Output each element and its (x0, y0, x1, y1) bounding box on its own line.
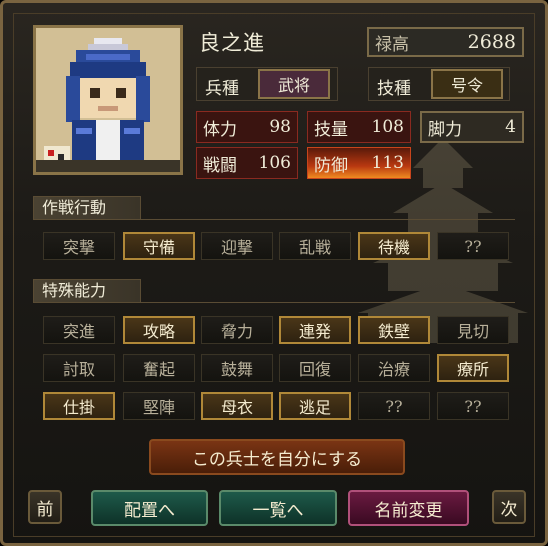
ability-button[interactable]: 逃足 (279, 392, 351, 420)
stat-defense: 防御 113 (307, 147, 411, 179)
tactic-button[interactable]: ?? (437, 232, 509, 260)
ability-button[interactable]: 討取 (43, 354, 115, 382)
skill-type-label: 技種 (377, 79, 411, 99)
ability-button[interactable]: ?? (437, 392, 509, 420)
ability-button[interactable]: 母衣 (201, 392, 273, 420)
ability-button[interactable]: 治療 (358, 354, 430, 382)
status-window: 良之進 禄高 2688 兵種 武将 技種 号令 体力 98 技量 108 脚力 … (0, 0, 548, 546)
tactic-button[interactable]: 突撃 (43, 232, 115, 260)
warrior-portrait-icon (36, 28, 180, 172)
rename-button[interactable]: 名前変更 (348, 490, 469, 526)
ability-button[interactable]: 鼓舞 (201, 354, 273, 382)
ability-button[interactable]: 攻略 (123, 316, 195, 344)
stat-skill-label: 技量 (314, 119, 348, 140)
stat-defense-value: 113 (371, 153, 404, 173)
salary-label: 禄高 (375, 34, 409, 55)
next-button[interactable]: 次 (492, 490, 526, 524)
tactics-divider (33, 219, 515, 220)
stat-hp-label: 体力 (203, 119, 237, 140)
stat-hp: 体力 98 (196, 111, 298, 143)
to-list-button[interactable]: 一覧へ (219, 490, 337, 526)
ability-button[interactable]: 突進 (43, 316, 115, 344)
make-mine-button[interactable]: この兵士を自分にする (149, 439, 405, 475)
ability-button[interactable]: 鉄壁 (358, 316, 430, 344)
abilities-section-title: 特殊能力 (33, 279, 141, 303)
stat-hp-value: 98 (269, 117, 291, 137)
ability-button[interactable]: 堅陣 (123, 392, 195, 420)
tactic-button[interactable]: 守備 (123, 232, 195, 260)
stat-legs-label: 脚力 (428, 119, 462, 140)
prev-button[interactable]: 前 (28, 490, 62, 524)
salary-value: 2688 (467, 31, 516, 53)
skill-type-value: 号令 (431, 69, 503, 99)
tactic-button[interactable]: 待機 (358, 232, 430, 260)
tactic-button[interactable]: 乱戦 (279, 232, 351, 260)
character-name: 良之進 (199, 31, 265, 55)
stat-combat: 戦闘 106 (196, 147, 298, 179)
stat-legs: 脚力 4 (420, 111, 524, 143)
ability-button[interactable]: 仕掛 (43, 392, 115, 420)
ability-button[interactable]: 回復 (279, 354, 351, 382)
ability-button[interactable]: 見切 (437, 316, 509, 344)
stat-skill-value: 108 (371, 117, 404, 137)
troop-type-value: 武将 (258, 69, 330, 99)
ability-button[interactable]: 奮起 (123, 354, 195, 382)
stat-legs-value: 4 (505, 117, 516, 137)
ability-button[interactable]: 療所 (437, 354, 509, 382)
to-placement-button[interactable]: 配置へ (91, 490, 208, 526)
stat-combat-value: 106 (258, 153, 291, 173)
tactic-button[interactable]: 迎撃 (201, 232, 273, 260)
ability-button[interactable]: 連発 (279, 316, 351, 344)
character-portrait (33, 25, 183, 175)
stat-combat-label: 戦闘 (203, 155, 237, 176)
ability-button[interactable]: 脅力 (201, 316, 273, 344)
abilities-divider (33, 302, 515, 303)
tactics-section-title: 作戦行動 (33, 196, 141, 220)
troop-type-label: 兵種 (205, 79, 239, 99)
stat-defense-label: 防御 (314, 155, 348, 176)
salary-box: 禄高 2688 (367, 27, 524, 57)
ability-button[interactable]: ?? (358, 392, 430, 420)
stat-skill: 技量 108 (307, 111, 411, 143)
